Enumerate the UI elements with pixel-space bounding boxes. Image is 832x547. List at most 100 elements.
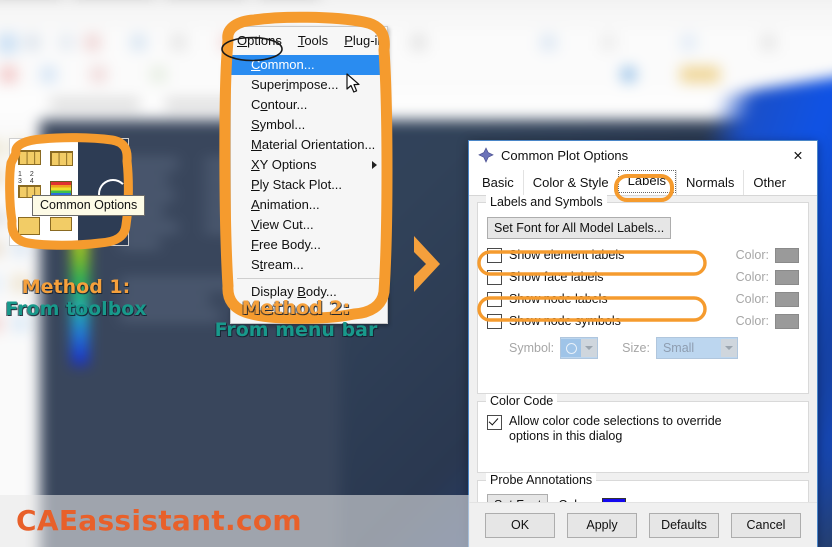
ply-stack-icon[interactable] [50,217,72,231]
color-label: Color: [735,292,769,306]
method1-caption-line1: Method 1: [21,276,131,298]
menu-item-material-orientation[interactable]: Material Orientation... [231,135,387,155]
bg-legend-text [120,224,178,231]
apply-button[interactable]: Apply [567,512,637,538]
defaults-button[interactable]: Defaults [649,512,719,538]
chevron-down-icon [581,339,598,357]
checkbox-allow-color-code-override[interactable] [487,415,502,430]
size-combobox[interactable]: Small [655,337,738,359]
checkbox-show-node-labels[interactable] [487,291,502,307]
color-code-legend: Color Code [486,394,558,408]
bg-toolbar-icon [410,34,427,51]
dialog-footer: OK Apply Defaults Cancel [469,502,817,547]
bg-legend-text [120,160,178,167]
color-code-inner: Allow color code selections to override … [487,402,799,444]
checkbox-show-element-labels[interactable] [487,247,502,263]
menu-method-wrapper: Options Tools Plug-ins Common... Superim… [222,18,394,330]
menu-item-view-cut[interactable]: View Cut... [231,215,387,235]
menu-item-free-body[interactable]: Free Body... [231,235,387,255]
color-code-text-line1: Allow color code selections to override [509,414,722,428]
dialog-tabs: Basic Color & Style Labels Normals Other [469,169,817,196]
method1-caption: Method 1: From toolbox [0,276,152,320]
bg-toolbar-icon [600,34,617,51]
set-font-all-model-labels-button[interactable]: Set Font for All Model Labels... [487,217,672,239]
checkbox-show-node-symbols[interactable] [487,313,502,329]
method2-caption-line2: From menu bar [214,318,378,341]
size-value: Small [662,341,695,355]
material-orientation-icon[interactable] [18,217,40,235]
contour-options-icon[interactable] [50,151,73,166]
menu-item-ply-stack-plot[interactable]: Ply Stack Plot... [231,175,387,195]
chevron-down-icon [720,339,737,357]
ok-button[interactable]: OK [485,512,555,538]
label-row-icon: 1 2 3 4 [18,171,37,185]
menu-item-contour[interactable]: Contour... [231,95,387,115]
tab-color-and-style[interactable]: Color & Style [522,170,618,195]
screenshot-root: 1 2 3 4 Common Options Options Tools Plu… [0,0,832,547]
options-menu-panel: Options Tools Plug-ins Common... Superim… [230,26,388,324]
symbol-size-row: Symbol: Size: Small [487,335,799,361]
bg-menu-bar [0,6,832,48]
toolbox-crop-panel: 1 2 3 4 [10,139,128,245]
dialog-title-bar: Common Plot Options ✕ [469,141,817,169]
cancel-button[interactable]: Cancel [731,512,801,538]
bg-toolbar-icon [50,97,140,111]
menu-item-stream[interactable]: Stream... [231,255,387,275]
probe-annotations-legend: Probe Annotations [486,473,597,487]
color-swatch-element-labels[interactable] [775,247,799,263]
menubar-item-options[interactable]: Options [237,33,282,48]
labels-and-symbols-group: Labels and Symbols Set Font for All Mode… [477,195,809,394]
bg-toolbox-icon [0,210,3,227]
common-plot-options-dialog: Common Plot Options ✕ Basic Color & Styl… [468,140,818,547]
bg-toolbar-icon [760,34,777,51]
menu-item-superimpose[interactable]: Superimpose... [231,75,387,95]
row-show-node-labels: Show node labels Color: [487,288,799,310]
labels-group-inner: Set Font for All Model Labels... Show el… [487,203,799,361]
bg-toolbar-row-2 [0,58,832,91]
symbol-combobox[interactable] [560,337,599,359]
menubar-item-tools[interactable]: Tools [298,33,328,48]
menubar-item-plugins[interactable]: Plug-ins [344,33,387,48]
row-show-element-labels: Show element labels Color: [487,244,799,266]
bg-toolbar-icon [84,34,101,51]
common-options-icon[interactable] [18,150,41,165]
tab-other[interactable]: Other [743,170,795,195]
menu-bar: Options Tools Plug-ins [231,27,387,53]
dialog-body: Labels and Symbols Set Font for All Mode… [469,195,817,538]
close-icon[interactable]: ✕ [785,144,811,166]
menu-item-xy-options[interactable]: XY Options [231,155,387,175]
tab-basic[interactable]: Basic [473,170,523,195]
watermark-banner: CAEassistant.com [0,495,470,547]
color-label: Color: [735,270,769,284]
method2-caption-line1: Method 2: [241,297,351,319]
circle-symbol-icon [561,339,582,357]
bg-toolbar-icon [680,34,697,51]
checkbox-show-face-labels[interactable] [487,269,502,285]
bg-toolbox-icon [0,240,3,257]
bg-toolbar-row-1 [0,28,832,59]
tab-normals[interactable]: Normals [675,170,744,195]
label-show-node-symbols: Show node symbols [509,314,621,328]
color-swatch-node-symbols[interactable] [775,313,799,329]
abaqus-diamond-icon [478,147,494,163]
mouse-cursor-icon [346,73,360,93]
label-show-node-labels: Show node labels [509,292,608,306]
tab-labels[interactable]: Labels [617,170,676,193]
menu-item-symbol[interactable]: Symbol... [231,115,387,135]
menu-item-animation[interactable]: Animation... [231,195,387,215]
bg-toolbar-icon [150,66,167,83]
bg-toolbar-icon [40,66,57,83]
dialog-title: Common Plot Options [501,147,629,163]
color-swatch-node-labels[interactable] [775,291,799,307]
bg-toolbar-icon [130,34,147,51]
site-name: CAEassistant.com [16,504,302,537]
color-label: Color: [735,248,769,262]
symbol-label: Symbol: [509,341,555,355]
bg-toolbar-icon [0,66,17,83]
label-show-element-labels: Show element labels [509,248,625,262]
label-show-face-labels: Show face labels [509,270,604,284]
menu-item-common[interactable]: Common... [231,55,387,75]
size-label: Size: [622,341,650,355]
bg-toolbar-icon [170,34,187,51]
color-swatch-face-labels[interactable] [775,269,799,285]
